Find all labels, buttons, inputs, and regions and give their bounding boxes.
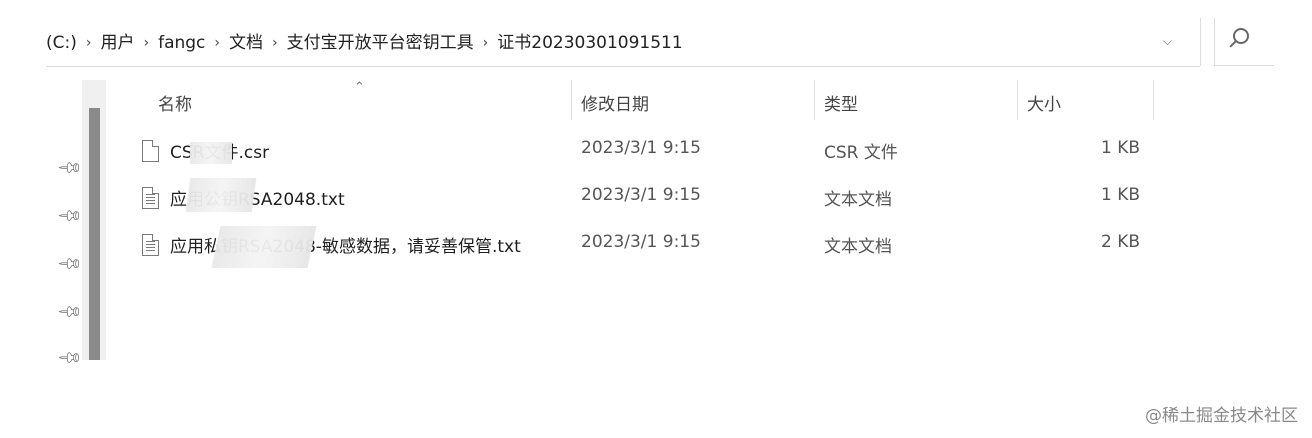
pin-icon[interactable]: 📌︎ <box>56 344 84 372</box>
nav-scrollbar-thumb[interactable] <box>89 108 100 360</box>
redacted-area <box>211 226 317 268</box>
file-date: 2023/3/1 9:15 <box>581 232 701 252</box>
file-type: 文本文档 <box>824 237 892 257</box>
breadcrumb-cert-folder[interactable]: 证书20230301091511 <box>497 28 682 53</box>
breadcrumb-user[interactable]: fangc <box>158 33 205 53</box>
pin-icon[interactable]: 📌︎ <box>56 202 84 230</box>
column-divider[interactable] <box>1017 80 1018 120</box>
column-header-type[interactable]: 类型 <box>824 90 858 115</box>
file-type: 文本文档 <box>824 190 892 210</box>
pin-icon[interactable]: 📌︎ <box>56 250 84 278</box>
breadcrumb-documents[interactable]: 文档 <box>229 28 263 53</box>
column-header-date[interactable]: 修改日期 <box>581 90 649 115</box>
chevron-right-icon[interactable]: › <box>143 35 149 51</box>
toolbar-divider <box>1200 18 1201 66</box>
watermark: @稀土掘金技术社区 <box>1145 406 1298 426</box>
pin-icon[interactable]: 📌︎ <box>56 154 84 182</box>
redacted-area <box>185 178 257 212</box>
redacted-area <box>190 142 232 164</box>
column-header-size[interactable]: 大小 <box>1027 90 1061 115</box>
column-divider[interactable] <box>814 80 815 120</box>
file-size: 1 KB <box>1100 185 1140 205</box>
text-file-icon <box>142 234 159 256</box>
search-input[interactable] <box>1214 18 1274 66</box>
file-icon <box>142 140 159 162</box>
file-date: 2023/3/1 9:15 <box>581 185 701 205</box>
chevron-down-icon[interactable]: ⌵ <box>1163 34 1172 49</box>
chevron-right-icon[interactable]: › <box>483 35 489 51</box>
column-divider[interactable] <box>1153 80 1154 120</box>
breadcrumb: (C:) › 用户 › fangc › 文档 › 支付宝开放平台密钥工具 › 证书202303010… <box>46 28 683 53</box>
column-divider[interactable] <box>571 80 572 120</box>
file-explorer-window: (C:) › 用户 › fangc › 文档 › 支付宝开放平台密钥工具 › 证书202303010… <box>0 0 1312 438</box>
text-file-icon <box>142 187 159 209</box>
sort-ascending-icon: ⌃ <box>354 80 365 95</box>
chevron-right-icon[interactable]: › <box>272 35 278 51</box>
file-size: 1 KB <box>1100 138 1140 158</box>
file-size: 2 KB <box>1100 232 1140 252</box>
breadcrumb-drive[interactable]: (C:) <box>46 33 77 53</box>
file-row[interactable]: 应用公钥RSA2048.txt 2023/3/1 9:15 文本文档 1 KB <box>136 179 1156 219</box>
column-header-row: ⌃ 名称 修改日期 类型 大小 <box>108 80 1168 120</box>
column-header-name[interactable]: 名称 <box>158 90 192 115</box>
file-date: 2023/3/1 9:15 <box>581 138 701 158</box>
breadcrumb-key-tool[interactable]: 支付宝开放平台密钥工具 <box>287 28 474 53</box>
search-icon <box>1233 28 1249 44</box>
breadcrumb-users[interactable]: 用户 <box>100 28 134 53</box>
file-row[interactable]: CSR文件.csr 2023/3/1 9:15 CSR 文件 1 KB <box>136 132 1156 172</box>
file-type: CSR 文件 <box>824 143 898 163</box>
chevron-right-icon[interactable]: › <box>86 35 92 51</box>
pin-icon[interactable]: 📌︎ <box>56 298 84 326</box>
chevron-right-icon[interactable]: › <box>214 35 220 51</box>
address-bar[interactable]: (C:) › 用户 › fangc › 文档 › 支付宝开放平台密钥工具 › 证书202303010… <box>46 18 1200 67</box>
navigation-pane: 📌︎ 📌︎ 📌︎ 📌︎ 📌︎ <box>0 80 108 371</box>
